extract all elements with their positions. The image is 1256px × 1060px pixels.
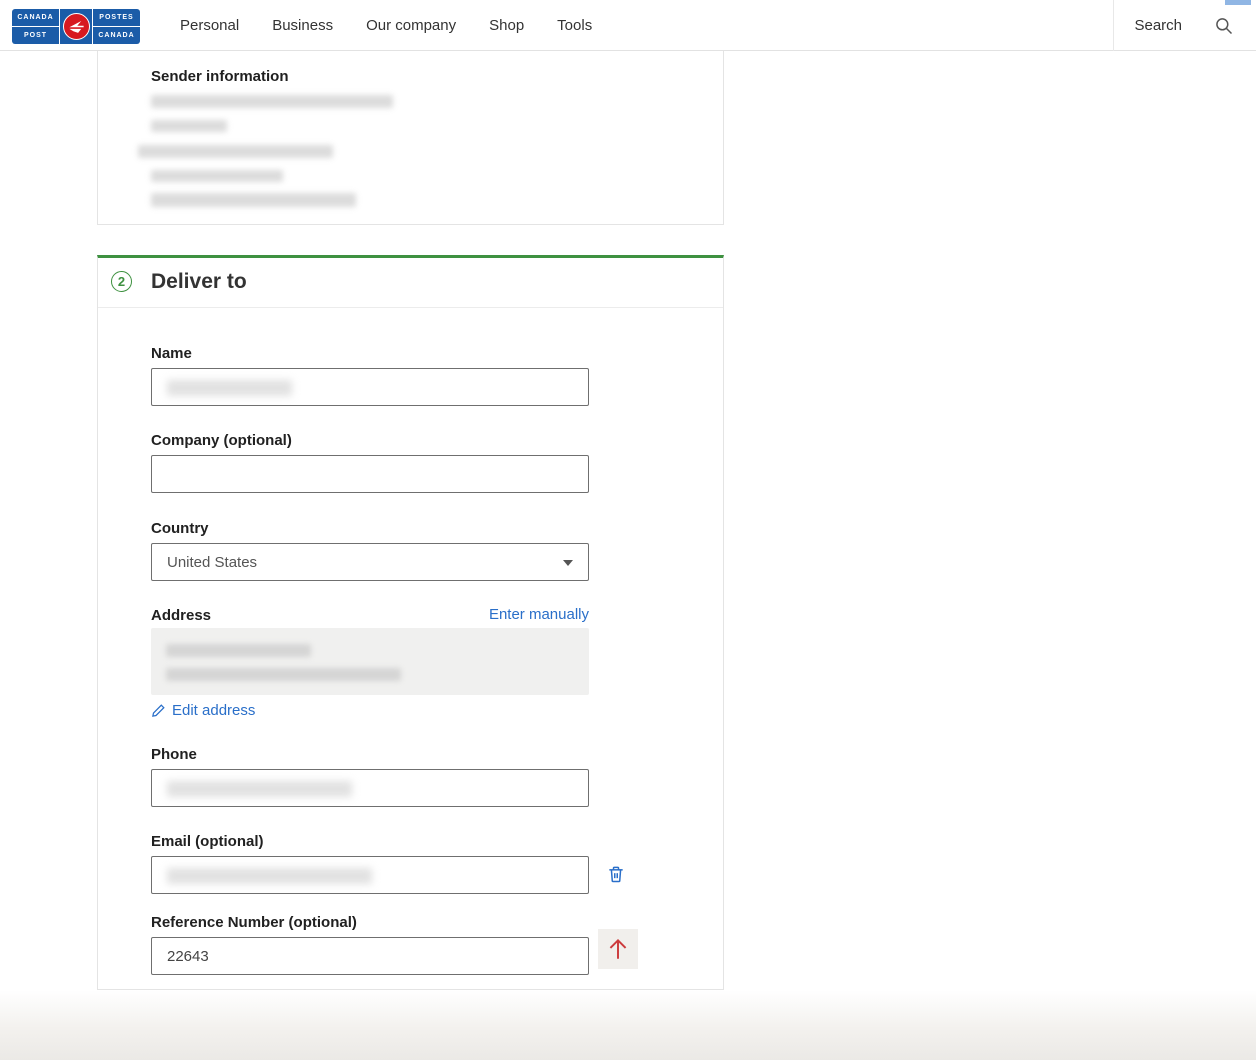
deliver-to-card: 2 Deliver to Name Company (optional) Cou… [97,255,724,990]
country-select[interactable]: United States [151,543,589,581]
nav-item-business[interactable]: Business [272,17,333,34]
company-input[interactable] [151,455,589,493]
search-label[interactable]: Search [1134,17,1182,34]
logo-text-post: POST [12,26,59,44]
footer-fade-region [0,990,1256,1060]
logo-text-canada: CANADA [12,9,59,26]
redacted-sender-line [151,170,283,182]
logo-emblem [60,9,92,44]
redacted-email-value [167,868,372,884]
deliver-to-title: Deliver to [151,270,247,294]
pencil-icon [151,703,166,718]
search-area: Search [1134,0,1234,51]
top-navigation-bar: CANADA POST POSTES CANADA Personal Busin… [0,0,1256,51]
canada-post-wing-icon [63,13,90,40]
sender-information-card: Sender information [97,51,724,225]
reference-number-input[interactable] [151,937,589,975]
email-input[interactable] [151,856,589,894]
name-input[interactable] [151,368,589,406]
canada-post-logo[interactable]: CANADA POST POSTES CANADA [12,9,140,44]
nav-item-tools[interactable]: Tools [557,17,592,34]
phone-input[interactable] [151,769,589,807]
redacted-sender-line [151,193,356,207]
phone-label: Phone [151,746,197,763]
logo-text-postes: POSTES [93,9,140,26]
back-to-top-button[interactable] [598,929,638,969]
redacted-address-line [166,668,401,681]
step-number-badge: 2 [111,271,132,292]
delete-email-button[interactable] [606,864,628,886]
nav-item-shop[interactable]: Shop [489,17,524,34]
nav-item-our-company[interactable]: Our company [366,17,456,34]
redacted-sender-line [138,145,333,158]
redacted-address-line [166,644,311,657]
redacted-name-value [167,380,292,396]
sender-information-title: Sender information [151,68,289,85]
edit-address-link[interactable]: Edit address [172,702,255,719]
email-label: Email (optional) [151,833,264,850]
logo-text-canada-fr: CANADA [93,26,140,44]
redacted-sender-line [151,95,393,108]
top-right-partial-element [1225,0,1251,5]
redacted-sender-line [151,120,227,132]
country-label: Country [151,520,209,537]
enter-manually-link-row: Enter manually [151,606,589,624]
page: CANADA POST POSTES CANADA Personal Busin… [0,0,1256,1060]
company-label: Company (optional) [151,432,292,449]
redacted-phone-value [167,781,352,797]
deliver-to-header: 2 Deliver to [98,258,723,308]
name-label: Name [151,345,192,362]
address-display-box [151,628,589,695]
chevron-down-icon [563,560,573,566]
logo-right-text: POSTES CANADA [92,9,140,44]
reference-number-label: Reference Number (optional) [151,914,357,931]
edit-address-row: Edit address [151,702,255,719]
country-selected-value: United States [167,554,257,571]
enter-manually-link[interactable]: Enter manually [489,606,589,623]
logo-left-text: CANADA POST [12,9,60,44]
search-icon[interactable] [1214,16,1234,36]
main-nav: Personal Business Our company Shop Tools [180,0,592,51]
nav-item-personal[interactable]: Personal [180,17,239,34]
header-divider [1113,0,1114,51]
